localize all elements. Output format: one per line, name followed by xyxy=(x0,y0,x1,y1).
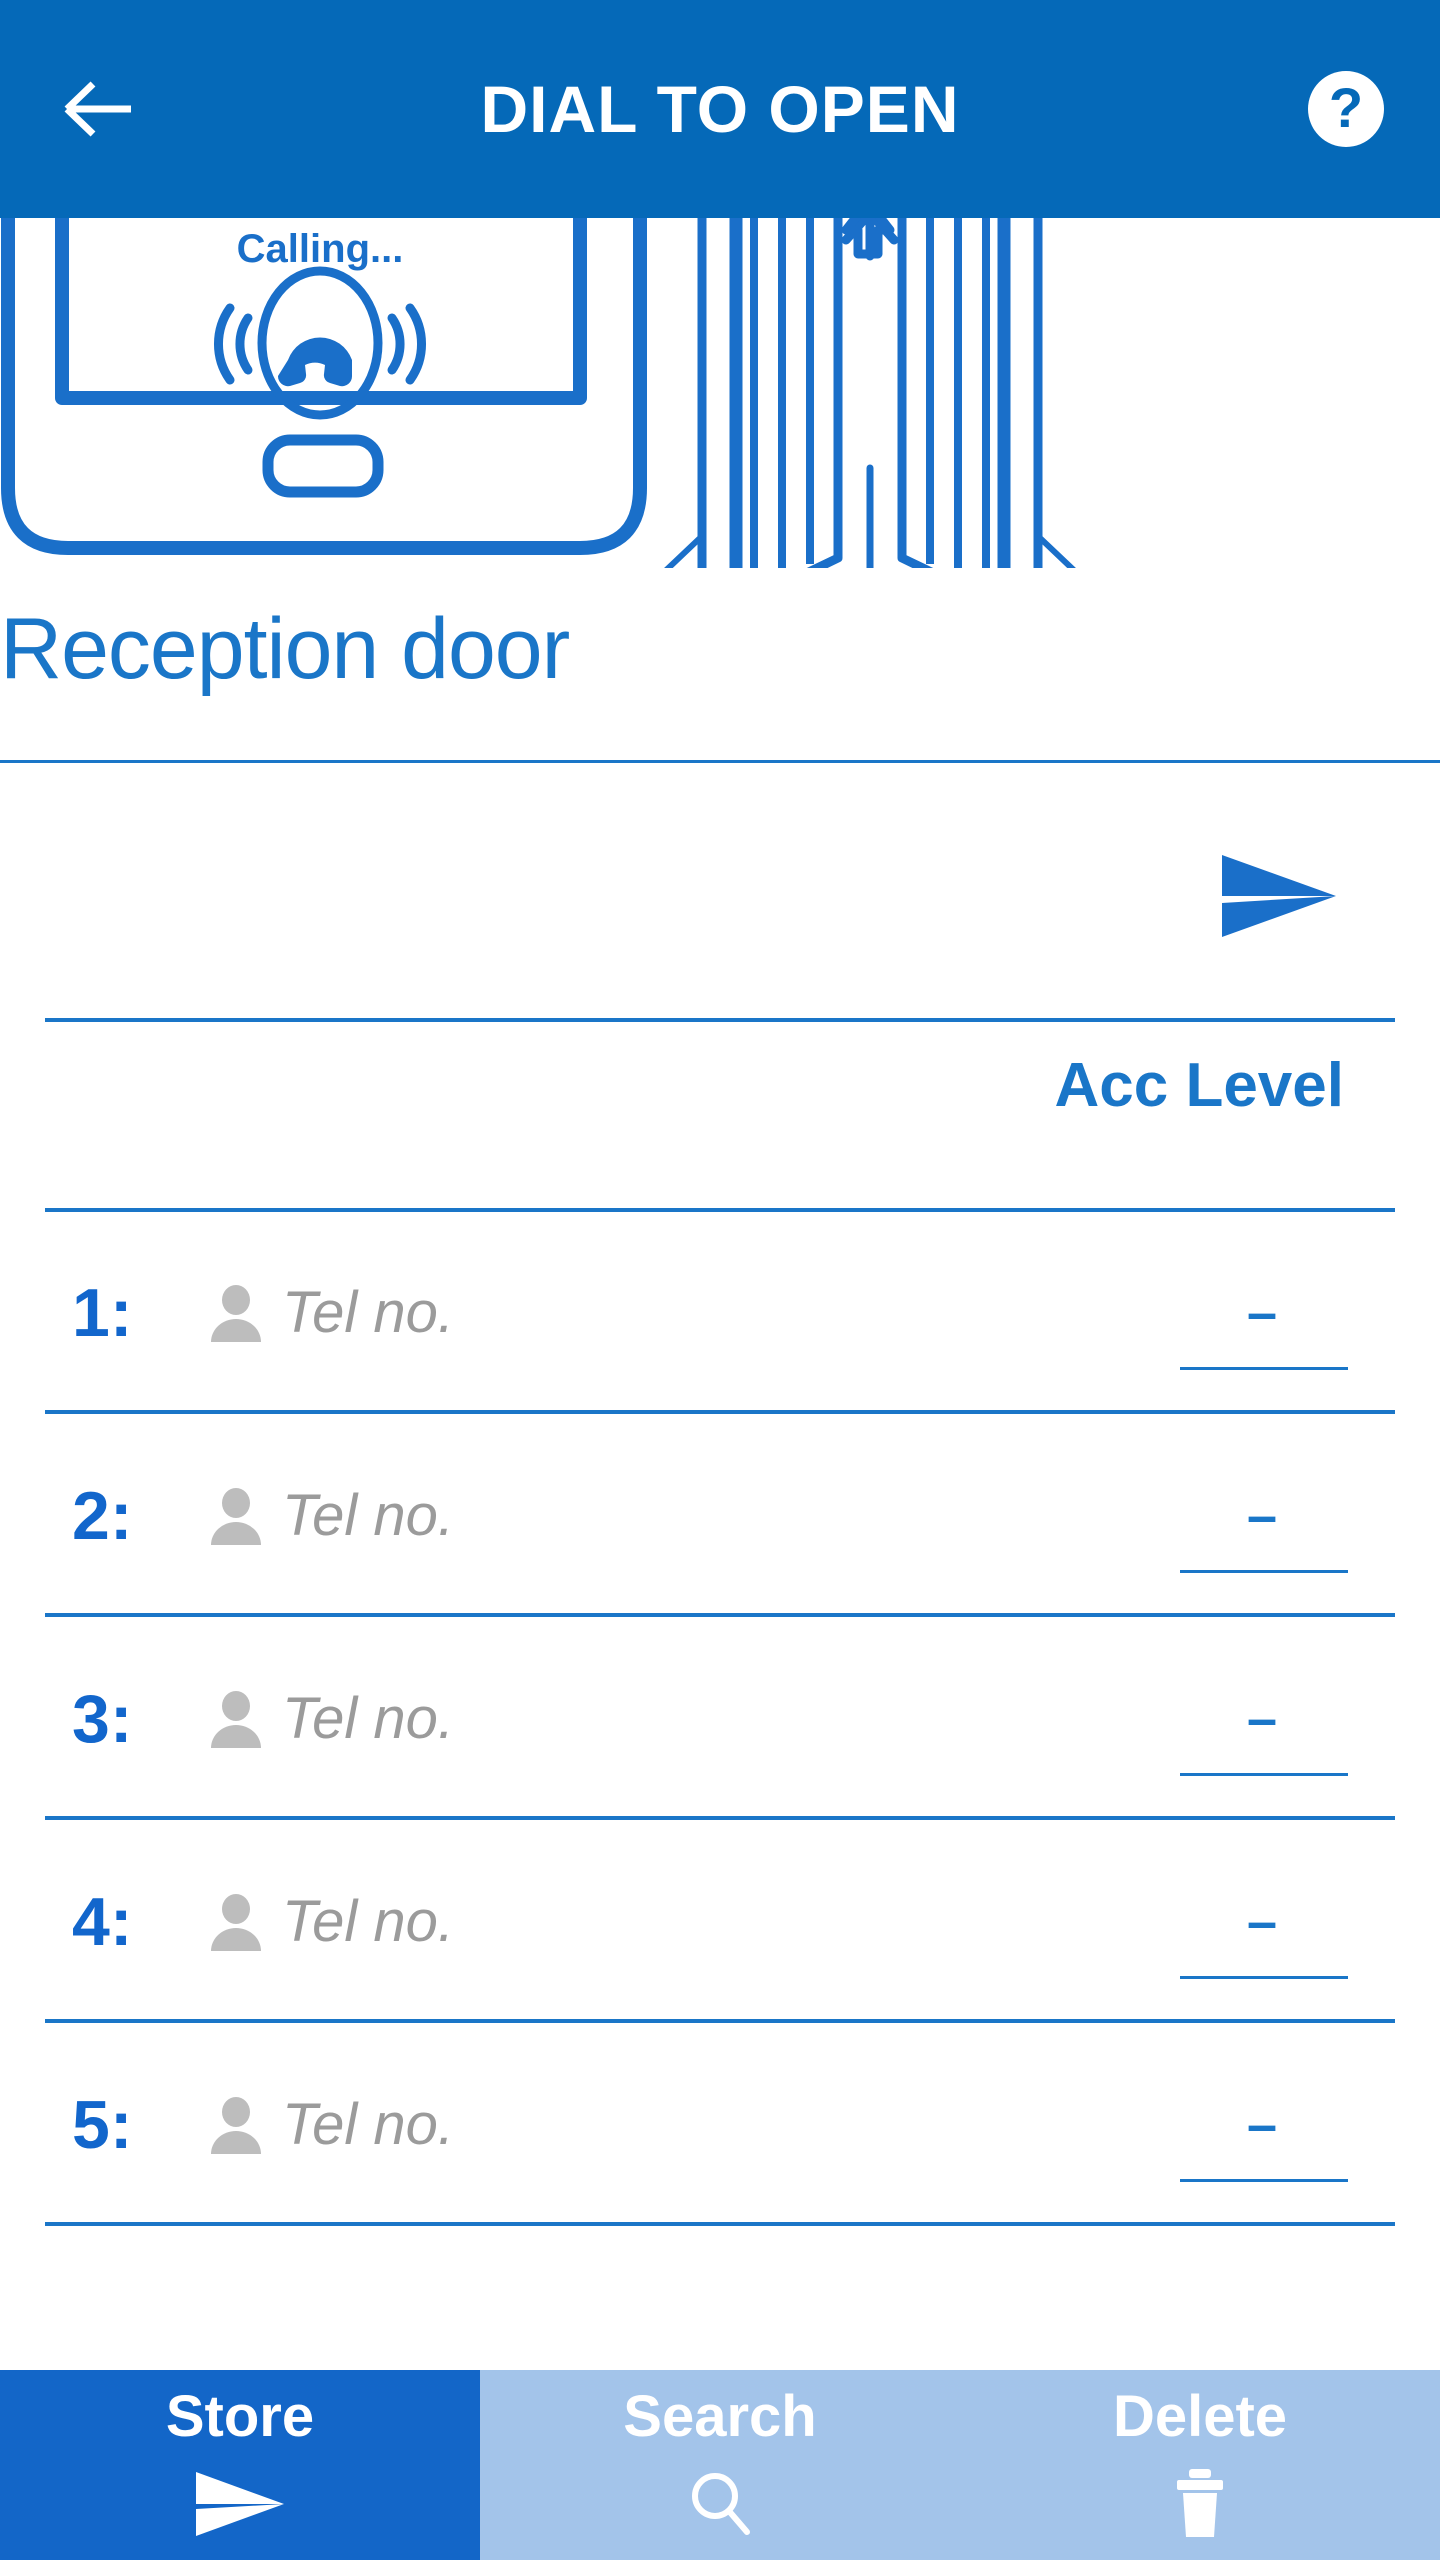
send-arrow-icon xyxy=(1218,851,1340,946)
person-icon xyxy=(205,1891,267,1953)
magnifier-icon xyxy=(685,2464,755,2544)
table-row: 4: – xyxy=(0,1820,1440,2023)
row-index-label: 2: xyxy=(72,1477,133,1554)
bottom-action-bar: Store Search Delete xyxy=(0,2370,1440,2560)
search-button-label: Search xyxy=(623,2384,817,2449)
delete-button[interactable]: Delete xyxy=(960,2370,1440,2560)
acc-level-cell[interactable]: – xyxy=(1152,1617,1372,1820)
acc-level-underline xyxy=(1180,2179,1348,2182)
row-index-label: 4: xyxy=(72,1883,133,1960)
arrow-left-icon xyxy=(59,74,137,144)
title-divider xyxy=(0,760,1440,763)
app-header: DIAL TO OPEN ? xyxy=(0,0,1440,218)
acc-level-value: – xyxy=(1246,1688,1278,1749)
table-row: 3: – xyxy=(0,1617,1440,1820)
tel-number-input[interactable] xyxy=(282,1266,1082,1359)
row-divider xyxy=(45,2222,1395,2226)
store-button[interactable]: Store xyxy=(0,2370,480,2560)
acc-level-underline xyxy=(1180,1367,1348,1370)
send-arrow-icon xyxy=(192,2464,288,2544)
help-circle-icon: ? xyxy=(1328,75,1364,139)
person-icon xyxy=(205,1688,267,1750)
table-row: 5: – xyxy=(0,2023,1440,2226)
tel-number-input[interactable] xyxy=(282,2078,1082,2171)
acc-level-cell[interactable]: – xyxy=(1152,1211,1372,1414)
person-icon xyxy=(205,2094,267,2156)
person-icon xyxy=(205,1282,267,1344)
dial-to-open-screen: DIAL TO OPEN ? Calling... Reception door… xyxy=(0,0,1440,2560)
acc-level-cell[interactable]: – xyxy=(1152,2023,1372,2226)
page-title: DIAL TO OPEN xyxy=(480,72,960,146)
door-name-input[interactable] xyxy=(60,848,1110,948)
help-button[interactable]: ? xyxy=(1308,71,1384,147)
person-icon xyxy=(205,1485,267,1547)
table-row: 1: – xyxy=(0,1211,1440,1414)
search-button[interactable]: Search xyxy=(480,2370,960,2560)
acc-level-underline xyxy=(1180,1773,1348,1776)
delete-button-label: Delete xyxy=(1112,2384,1288,2449)
name-send-row xyxy=(0,788,1440,1018)
tel-number-input[interactable] xyxy=(282,1875,1082,1968)
store-button-label: Store xyxy=(165,2384,315,2449)
tel-number-input[interactable] xyxy=(282,1672,1082,1765)
acc-level-column-header: Acc Level xyxy=(1054,1051,1344,1120)
acc-level-cell[interactable]: – xyxy=(1152,1414,1372,1617)
handset-icon xyxy=(277,337,353,387)
acc-level-cell[interactable]: – xyxy=(1152,1820,1372,2023)
row-index-label: 3: xyxy=(72,1680,133,1757)
calling-label: Calling... xyxy=(237,227,404,271)
send-row-divider xyxy=(45,1018,1395,1022)
acc-level-value: – xyxy=(1246,1282,1278,1343)
row-index-label: 5: xyxy=(72,2086,133,2163)
table-row: 2: – xyxy=(0,1414,1440,1617)
acc-level-underline xyxy=(1180,1976,1348,1979)
row-index-label: 1: xyxy=(72,1274,133,1351)
trash-can-icon xyxy=(1165,2464,1235,2544)
acc-level-value: – xyxy=(1246,1891,1278,1952)
tel-number-input[interactable] xyxy=(282,1469,1082,1562)
acc-level-underline xyxy=(1180,1570,1348,1573)
dial-to-open-illustration: Calling... xyxy=(0,218,1440,568)
send-button[interactable] xyxy=(1214,850,1344,946)
acc-level-value: – xyxy=(1246,1485,1278,1546)
tel-entry-list: 1: – 2: – 3: – 4: – 5: – xyxy=(0,1211,1440,2226)
acc-level-value: – xyxy=(1246,2094,1278,2155)
back-button[interactable] xyxy=(52,63,144,155)
door-name-title: Reception door xyxy=(0,601,570,697)
